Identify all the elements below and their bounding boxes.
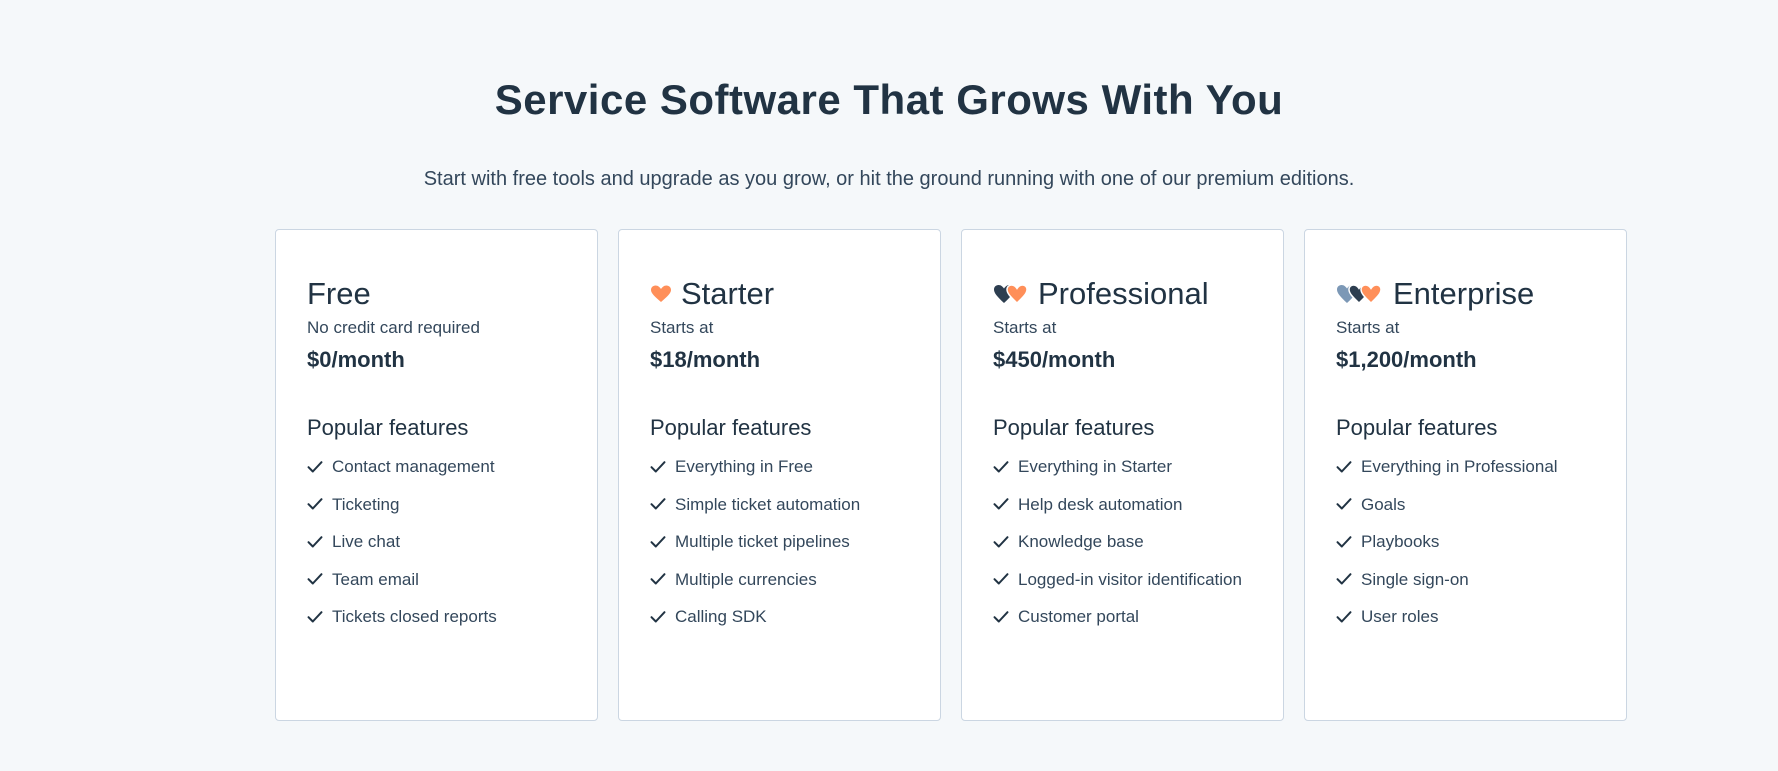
page-subtitle: Start with free tools and upgrade as you…	[423, 168, 1355, 190]
plan-name: Starter	[681, 276, 775, 311]
plan-card-starter: Starter Starts at $18/month Popular feat…	[618, 229, 941, 721]
plan-price: $18/month	[650, 347, 761, 372]
checkmark-icon	[650, 572, 666, 586]
checkmark-icon	[993, 610, 1009, 624]
feature-item: Calling SDK	[650, 603, 910, 630]
plan-header: Free	[307, 274, 567, 314]
feature-label: Goals	[1361, 494, 1406, 514]
checkmark-icon	[1336, 610, 1352, 624]
feature-label: Multiple currencies	[675, 569, 817, 589]
feature-item: Contact management	[307, 453, 567, 480]
feature-list: Everything in Starter Help desk automati…	[993, 453, 1253, 630]
plan-price: $450/month	[993, 347, 1116, 372]
feature-item: Goals	[1336, 491, 1596, 518]
checkmark-icon	[993, 497, 1009, 511]
feature-item: Customer portal	[993, 603, 1253, 630]
checkmark-icon	[650, 460, 666, 474]
feature-label: Contact management	[332, 457, 495, 476]
checkmark-icon	[993, 572, 1009, 586]
plan-name: Free	[307, 276, 371, 311]
two-hearts-icon	[993, 284, 1029, 304]
feature-label: Logged-in visitor identification	[1018, 569, 1242, 589]
plan-subtext: Starts at	[1336, 318, 1400, 337]
three-hearts-icon	[1336, 284, 1384, 304]
checkmark-icon	[307, 610, 323, 624]
feature-list: Contact management Ticketing Live chat T…	[307, 453, 567, 630]
feature-label: Single sign-on	[1361, 569, 1469, 589]
plan-subtext: Starts at	[993, 318, 1057, 337]
feature-label: Multiple ticket pipelines	[675, 532, 850, 551]
feature-label: User roles	[1361, 607, 1439, 626]
checkmark-icon	[1336, 572, 1352, 586]
feature-label: Team email	[332, 569, 419, 589]
feature-label: Live chat	[332, 532, 401, 551]
feature-item: User roles	[1336, 603, 1596, 630]
heart-icon	[650, 285, 672, 303]
checkmark-icon	[1336, 535, 1352, 549]
plan-card-professional: Professional Starts at $450/month Popula…	[961, 229, 1284, 721]
pricing-plans: Free No credit card required $0/month Po…	[275, 229, 1627, 721]
feature-label: Calling SDK	[675, 607, 767, 626]
page-title: Service Software That Grows With You	[494, 76, 1284, 123]
feature-label: Playbooks	[1361, 532, 1440, 551]
feature-item: Multiple currencies	[650, 566, 910, 593]
features-heading: Popular features	[1336, 415, 1498, 440]
feature-label: Everything in Free	[675, 457, 813, 476]
plan-name: Professional	[1038, 276, 1209, 311]
checkmark-icon	[993, 460, 1009, 474]
feature-label: Tickets closed reports	[332, 607, 497, 626]
feature-item: Multiple ticket pipelines	[650, 528, 910, 555]
checkmark-icon	[1336, 497, 1352, 511]
feature-label: Simple ticket automation	[675, 494, 861, 514]
plan-price: $1,200/month	[1336, 347, 1477, 372]
feature-item: Simple ticket automation	[650, 491, 910, 518]
feature-label: Everything in Starter	[1018, 457, 1173, 476]
feature-item: Knowledge base	[993, 528, 1253, 555]
feature-list: Everything in Free Simple ticket automat…	[650, 453, 910, 630]
plan-header: Starter	[650, 274, 910, 314]
checkmark-icon	[1336, 460, 1352, 474]
feature-label: Ticketing	[332, 494, 400, 514]
feature-list: Everything in Professional Goals Playboo…	[1336, 453, 1596, 630]
feature-label: Knowledge base	[1018, 532, 1144, 551]
feature-item: Help desk automation	[993, 491, 1253, 518]
plan-subtext: No credit card required	[307, 318, 480, 337]
feature-label: Help desk automation	[1018, 494, 1183, 514]
feature-label: Customer portal	[1018, 607, 1139, 626]
checkmark-icon	[307, 460, 323, 474]
plan-header: Professional	[993, 274, 1253, 314]
feature-item: Live chat	[307, 528, 567, 555]
plan-price: $0/month	[307, 347, 405, 372]
feature-item: Tickets closed reports	[307, 603, 567, 630]
feature-item: Everything in Free	[650, 453, 910, 480]
feature-item: Everything in Professional	[1336, 453, 1596, 480]
checkmark-icon	[307, 497, 323, 511]
feature-item: Playbooks	[1336, 528, 1596, 555]
feature-item: Logged-in visitor identification	[993, 566, 1253, 593]
features-heading: Popular features	[993, 415, 1155, 440]
feature-label: Everything in Professional	[1361, 457, 1558, 476]
feature-item: Ticketing	[307, 491, 567, 518]
plan-subtext: Starts at	[650, 318, 714, 337]
checkmark-icon	[650, 610, 666, 624]
feature-item: Everything in Starter	[993, 453, 1253, 480]
checkmark-icon	[307, 535, 323, 549]
plan-name: Enterprise	[1393, 276, 1535, 311]
feature-item: Team email	[307, 566, 567, 593]
plan-card-enterprise: Enterprise Starts at $1,200/month Popula…	[1304, 229, 1627, 721]
checkmark-icon	[993, 535, 1009, 549]
checkmark-icon	[650, 497, 666, 511]
feature-item: Single sign-on	[1336, 566, 1596, 593]
plan-header: Enterprise	[1336, 274, 1596, 314]
features-heading: Popular features	[307, 415, 469, 440]
checkmark-icon	[650, 535, 666, 549]
features-heading: Popular features	[650, 415, 812, 440]
plan-card-free: Free No credit card required $0/month Po…	[275, 229, 598, 721]
checkmark-icon	[307, 572, 323, 586]
